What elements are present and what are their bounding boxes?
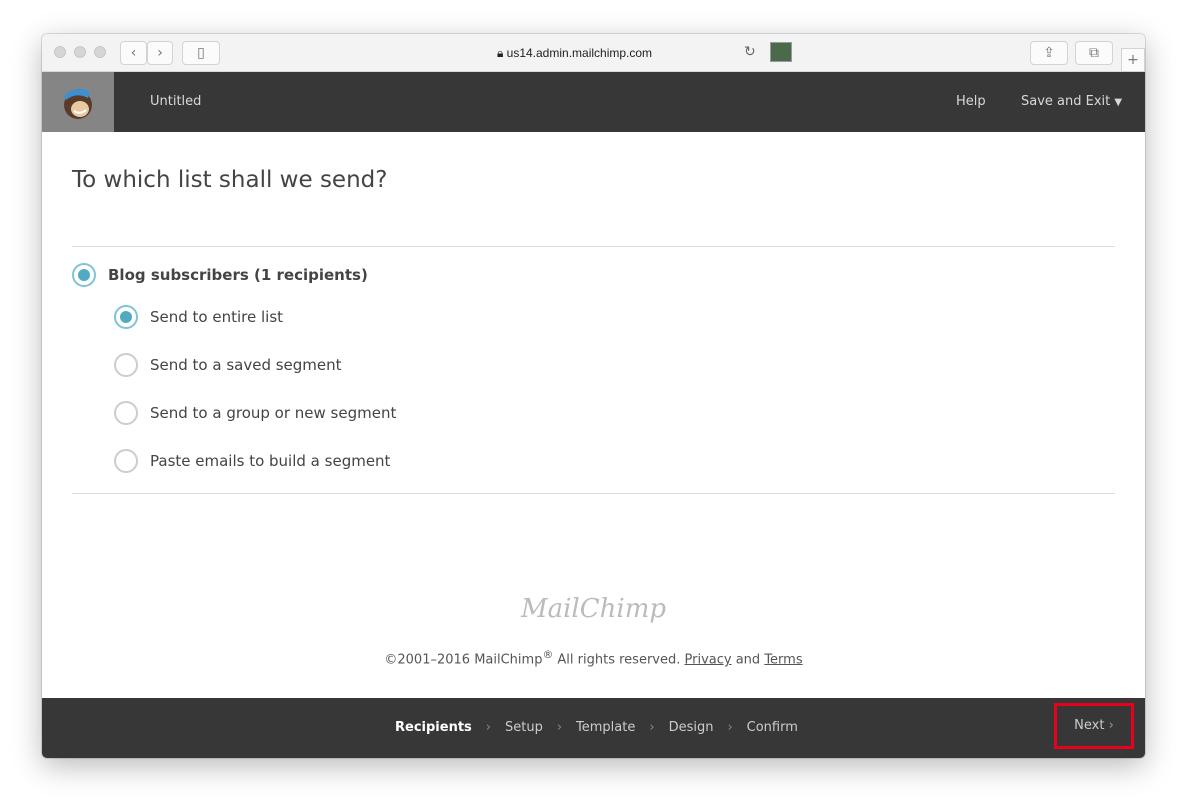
rights-text: All rights reserved. <box>553 652 685 668</box>
registered-mark: ® <box>542 648 554 661</box>
radio-icon[interactable] <box>114 401 138 425</box>
option-saved-segment[interactable]: Send to a saved segment <box>114 353 342 377</box>
chevron-right-icon: › <box>1108 718 1114 733</box>
copyright: ©2001–2016 MailChimp® All rights reserve… <box>42 648 1145 667</box>
option-group-segment[interactable]: Send to a group or new segment <box>114 401 396 425</box>
radio-icon[interactable] <box>114 305 138 329</box>
browser-window: ‹ › ▯ 🔒︎ us14.admin.mailchimp.com ↻ ⇪ ⧉ … <box>42 34 1145 758</box>
reload-icon[interactable]: ↻ <box>744 44 756 60</box>
list-radio-blog-subscribers[interactable]: Blog subscribers (1 recipients) <box>72 263 368 287</box>
mailchimp-logo[interactable] <box>42 72 114 132</box>
mailchimp-wordmark: MailChimp <box>520 594 666 624</box>
page-title: To which list shall we send? <box>72 167 388 193</box>
radio-icon[interactable] <box>114 449 138 473</box>
option-label: Paste emails to build a segment <box>150 452 391 470</box>
copyright-text: ©2001–2016 MailChimp <box>384 652 543 668</box>
app-header: Untitled Help Save and Exit ▼ <box>42 72 1145 132</box>
step-recipients[interactable]: Recipients <box>395 698 472 758</box>
option-entire-list[interactable]: Send to entire list <box>114 305 283 329</box>
option-label: Send to a group or new segment <box>150 404 397 422</box>
and-text: and <box>731 652 765 668</box>
save-and-exit-label: Save and Exit <box>1021 94 1111 109</box>
next-label: Next <box>1074 718 1105 733</box>
radio-icon[interactable] <box>114 353 138 377</box>
option-paste-emails[interactable]: Paste emails to build a segment <box>114 449 390 473</box>
campaign-title[interactable]: Untitled <box>150 72 201 132</box>
list-label: Blog subscribers (1 recipients) <box>108 266 368 284</box>
address-bar[interactable]: 🔒︎ us14.admin.mailchimp.com <box>387 41 762 65</box>
terms-link[interactable]: Terms <box>764 652 802 667</box>
option-label: Send to entire list <box>150 308 284 326</box>
privacy-link[interactable]: Privacy <box>685 652 732 667</box>
save-and-exit-menu[interactable]: Save and Exit ▼ <box>1021 72 1122 133</box>
lock-icon: 🔒︎ <box>496 46 507 60</box>
wizard-footer: Recipients › Setup › Template › Design › Con… <box>42 698 1145 758</box>
zoom-window-button[interactable] <box>94 46 106 58</box>
step-design[interactable]: Design <box>669 698 714 758</box>
share-icon[interactable]: ⇪ <box>1030 41 1068 65</box>
radio-icon[interactable] <box>72 263 96 287</box>
new-tab-icon[interactable]: + <box>1121 48 1145 72</box>
forward-icon[interactable]: › <box>147 41 173 65</box>
chevron-right-icon: › <box>649 720 655 735</box>
back-icon[interactable]: ‹ <box>120 41 147 65</box>
close-window-button[interactable] <box>54 46 66 58</box>
step-confirm[interactable]: Confirm <box>747 698 798 758</box>
chevron-down-icon: ▼ <box>1114 97 1123 108</box>
url-text: us14.admin.mailchimp.com <box>506 46 653 60</box>
divider <box>72 493 1115 494</box>
wizard-steps: Recipients › Setup › Template › Design › Con… <box>395 698 798 758</box>
step-template[interactable]: Template <box>576 698 635 758</box>
divider <box>72 246 1115 247</box>
help-link[interactable]: Help <box>956 72 986 132</box>
browser-toolbar: ‹ › ▯ 🔒︎ us14.admin.mailchimp.com ↻ ⇪ ⧉ … <box>42 34 1145 72</box>
option-label: Send to a saved segment <box>150 356 342 374</box>
tabs-icon[interactable]: ⧉ <box>1075 41 1113 65</box>
chevron-right-icon: › <box>556 720 563 735</box>
sidebar-icon[interactable]: ▯ <box>182 41 220 65</box>
next-button[interactable]: Next › <box>1054 703 1134 749</box>
step-setup[interactable]: Setup <box>505 698 543 758</box>
minimize-window-button[interactable] <box>74 46 86 58</box>
tab-favicon[interactable] <box>770 42 792 62</box>
chevron-right-icon: › <box>485 720 491 735</box>
chevron-right-icon: › <box>727 720 733 735</box>
